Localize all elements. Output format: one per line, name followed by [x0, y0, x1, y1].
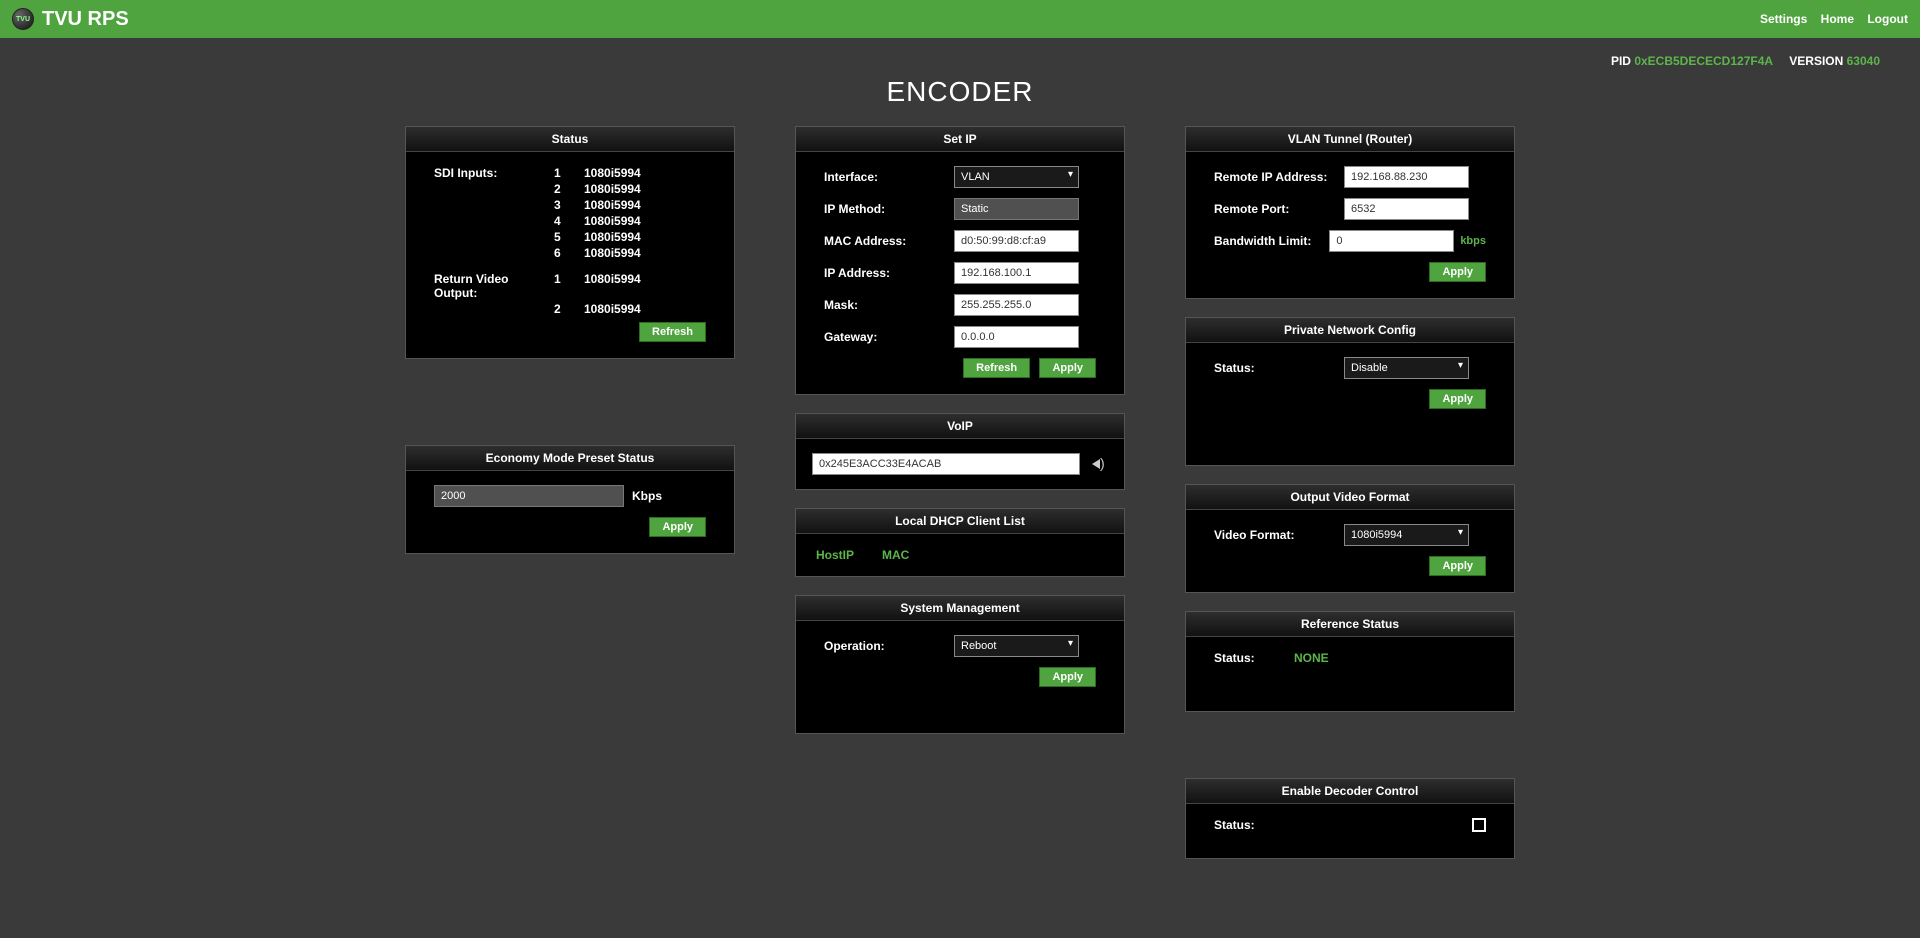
mask-input[interactable] [954, 294, 1079, 316]
ip-label: IP Address: [824, 266, 954, 280]
ipmethod-label: IP Method: [824, 202, 954, 216]
sdi-idx-5: 5 [554, 230, 584, 244]
setip-title: Set IP [796, 127, 1124, 152]
pid-label: PID [1611, 54, 1631, 68]
nav-home[interactable]: Home [1821, 12, 1854, 26]
remote-port-input[interactable] [1344, 198, 1469, 220]
refstat-value: NONE [1294, 651, 1329, 665]
sdi-fmt-4: 1080i5994 [584, 214, 684, 228]
dhcp-col-mac: MAC [882, 548, 909, 562]
sdi-fmt-3: 1080i5994 [584, 198, 684, 212]
ip-input[interactable] [954, 262, 1079, 284]
edc-panel: Enable Decoder Control Status: [1185, 778, 1515, 859]
app-title: TVU RPS [42, 8, 129, 31]
nav-logout[interactable]: Logout [1867, 12, 1908, 26]
dhcp-col-hostip: HostIP [816, 548, 854, 562]
pnc-status-label: Status: [1214, 361, 1344, 375]
refstat-title: Reference Status [1186, 612, 1514, 637]
interface-label: Interface: [824, 170, 954, 184]
status-title: Status [406, 127, 734, 152]
pnc-panel: Private Network Config Status: Disable A… [1185, 317, 1515, 466]
gateway-label: Gateway: [824, 330, 954, 344]
remote-ip-input[interactable] [1344, 166, 1469, 188]
status-panel: Status SDI Inputs: 1 1080i5994 21080i599… [405, 126, 735, 359]
ovf-panel: Output Video Format Video Format: 1080i5… [1185, 484, 1515, 593]
sdi-inputs-label: SDI Inputs: [434, 166, 554, 180]
vlan-panel: VLAN Tunnel (Router) Remote IP Address: … [1185, 126, 1515, 299]
remote-port-label: Remote Port: [1214, 202, 1344, 216]
vlan-title: VLAN Tunnel (Router) [1186, 127, 1514, 152]
mac-input[interactable] [954, 230, 1079, 252]
gateway-input[interactable] [954, 326, 1079, 348]
voip-panel: VoIP [795, 413, 1125, 490]
voip-title: VoIP [796, 414, 1124, 439]
version-label: VERSION [1789, 54, 1843, 68]
interface-select[interactable]: VLAN [954, 166, 1079, 188]
edc-status-label: Status: [1214, 818, 1344, 832]
meta-bar: PID 0xECB5DECECD127F4A VERSION 63040 [0, 38, 1920, 72]
economy-apply-button[interactable]: Apply [649, 517, 706, 537]
ovf-label: Video Format: [1214, 528, 1344, 542]
dhcp-panel: Local DHCP Client List HostIP MAC [795, 508, 1125, 577]
sdi-fmt-2: 1080i5994 [584, 182, 684, 196]
sdi-fmt-5: 1080i5994 [584, 230, 684, 244]
setip-panel: Set IP Interface: VLAN IP Method: MAC Ad… [795, 126, 1125, 395]
economy-panel: Economy Mode Preset Status Kbps Apply [405, 445, 735, 554]
refstat-label: Status: [1214, 651, 1294, 665]
sysmgmt-panel: System Management Operation: Reboot Appl… [795, 595, 1125, 734]
status-refresh-button[interactable]: Refresh [639, 322, 706, 342]
remote-ip-label: Remote IP Address: [1214, 170, 1344, 184]
refstat-panel: Reference Status Status: NONE [1185, 611, 1515, 712]
bandwidth-label: Bandwidth Limit: [1214, 234, 1329, 248]
sdi-fmt-1: 1080i5994 [584, 166, 684, 180]
sysmgmt-apply-button[interactable]: Apply [1039, 667, 1096, 687]
pnc-apply-button[interactable]: Apply [1429, 389, 1486, 409]
economy-unit: Kbps [632, 489, 662, 503]
sdi-idx-6: 6 [554, 246, 584, 260]
ipmethod-input[interactable] [954, 198, 1079, 220]
vlan-apply-button[interactable]: Apply [1429, 262, 1486, 282]
rvo-fmt-2: 1080i5994 [584, 302, 684, 316]
operation-label: Operation: [824, 639, 954, 653]
sdi-idx-3: 3 [554, 198, 584, 212]
pnc-title: Private Network Config [1186, 318, 1514, 343]
speaker-icon[interactable] [1092, 456, 1108, 472]
rvo-idx-1: 1 [554, 272, 584, 300]
operation-select[interactable]: Reboot [954, 635, 1079, 657]
logo-icon: TVU [12, 8, 34, 30]
sdi-idx-4: 4 [554, 214, 584, 228]
mac-label: MAC Address: [824, 234, 954, 248]
ovf-title: Output Video Format [1186, 485, 1514, 510]
pid-value: 0xECB5DECECD127F4A [1634, 54, 1772, 68]
nav-settings[interactable]: Settings [1760, 12, 1807, 26]
dhcp-title: Local DHCP Client List [796, 509, 1124, 534]
voip-input[interactable] [812, 453, 1080, 475]
sdi-fmt-6: 1080i5994 [584, 246, 684, 260]
sdi-idx-1: 1 [554, 166, 584, 180]
economy-title: Economy Mode Preset Status [406, 446, 734, 471]
ovf-apply-button[interactable]: Apply [1429, 556, 1486, 576]
pnc-status-select[interactable]: Disable [1344, 357, 1469, 379]
edc-checkbox[interactable] [1472, 818, 1486, 832]
economy-input[interactable] [434, 485, 624, 507]
sysmgmt-title: System Management [796, 596, 1124, 621]
version-value: 63040 [1847, 54, 1880, 68]
rvo-idx-2: 2 [554, 302, 584, 316]
setip-refresh-button[interactable]: Refresh [963, 358, 1030, 378]
rvo-label: Return Video Output: [434, 272, 554, 300]
top-bar: TVU TVU RPS Settings Home Logout [0, 0, 1920, 38]
setip-apply-button[interactable]: Apply [1039, 358, 1096, 378]
bandwidth-input[interactable] [1329, 230, 1454, 252]
rvo-fmt-1: 1080i5994 [584, 272, 684, 300]
edc-title: Enable Decoder Control [1186, 779, 1514, 804]
mask-label: Mask: [824, 298, 954, 312]
page-title: ENCODER [0, 76, 1920, 108]
sdi-idx-2: 2 [554, 182, 584, 196]
ovf-select[interactable]: 1080i5994 [1344, 524, 1469, 546]
bandwidth-unit: kbps [1460, 235, 1486, 247]
